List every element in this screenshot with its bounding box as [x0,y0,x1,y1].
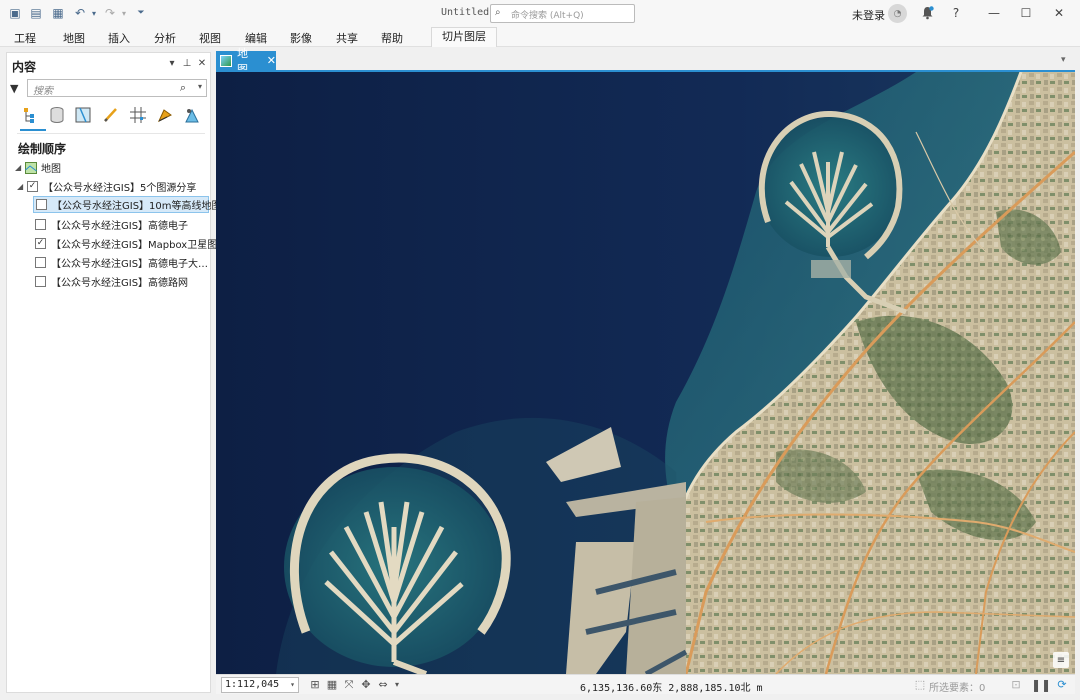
contents-title: 内容 [12,60,37,74]
labeling-view-icon[interactable] [155,105,175,125]
notification-icon[interactable] [916,3,938,23]
document-title: Untitled [441,7,490,18]
refresh-icon[interactable]: ⟳ [1055,677,1069,692]
group-layer-checkbox[interactable]: ✓ [27,181,38,192]
tab-map-view[interactable]: 地图 ✕ [216,47,276,76]
layer-checkbox[interactable] [35,257,46,268]
maximize-icon[interactable]: ☐ [1015,3,1037,23]
layer-label: 【公众号水经注GIS】Mapbox卫星图 [51,240,218,251]
customize-icon[interactable]: ⏷ [133,5,149,21]
pane-options-icon[interactable]: ▾ [166,58,178,69]
layer-label: 【公众号水经注GIS】高德路网 [51,278,189,289]
tabs-dropdown-icon[interactable]: ▾ [1061,55,1066,65]
draw-order-view-icon[interactable] [21,105,41,125]
status-bar: 1:112,045 ▾ ⊞ ▦ ⤧ ✥ ⇔ ▾ 6,135,136.60东 2,… [216,674,1075,694]
group-layer-label: 【公众号水经注GIS】5个图源分享 [43,183,197,194]
editing-view-icon[interactable] [101,105,121,125]
layer-checkbox[interactable] [35,276,46,287]
tab-help[interactable]: 帮助 [381,30,403,46]
snapping-view-icon[interactable] [128,105,148,125]
tab-project[interactable]: 工程 [14,30,36,46]
satellite-imagery [216,72,1075,674]
map-node[interactable]: ◢ 地图 [15,159,61,176]
coordinates-readout: 6,135,136.60东 2,888,185.10北 m [580,683,763,694]
ribbon-tabs: 工程 地图 插入 分析 视图 编辑 影像 共享 帮助 切片图层 [0,27,1080,47]
undo-dropdown-icon[interactable]: ▾ [86,5,102,21]
tab-tile-layer[interactable]: 切片图层 [431,27,497,47]
map-navigator-icon[interactable]: ≡ [1053,652,1069,668]
scale-selector[interactable]: 1:112,045 ▾ [221,677,299,693]
close-icon[interactable]: ✕ [1048,3,1070,23]
avatar[interactable]: ◔ [888,4,907,23]
symbology-view-icon[interactable] [182,105,202,125]
close-icon[interactable]: ✕ [267,54,276,67]
collapse-icon[interactable]: ◢ [17,182,27,191]
full-extent-icon[interactable]: ⤧ [342,677,356,692]
help-icon[interactable]: ? [945,3,967,23]
layer-label: 【公众号水经注GIS】10m等高线地图 [52,201,222,212]
tab-analysis[interactable]: 分析 [154,30,176,46]
open-icon[interactable]: ▤ [28,5,44,21]
active-view-indicator [20,129,46,131]
layer-row-contour[interactable]: 【公众号水经注GIS】10m等高线地图 [33,196,222,213]
layer-row-gaode-electronic[interactable]: 【公众号水经注GIS】高德电子 [35,216,188,233]
user-status[interactable]: 未登录 [852,7,885,23]
pan-icon[interactable]: ✥ [359,677,373,692]
tab-insert[interactable]: 插入 [108,30,130,46]
layer-label: 【公众号水经注GIS】高德电子大… [51,259,209,270]
search-icon: ⌕ [495,7,501,18]
tab-view[interactable]: 视图 [199,30,221,46]
map-view[interactable]: ≡ [216,72,1075,674]
search-icon: ⌕ [179,81,186,94]
layer-search-placeholder: 搜索 [33,86,53,97]
redo-dropdown-icon[interactable]: ▾ [116,5,132,21]
selected-features-count: 所选要素：0 [929,683,986,694]
collapse-icon[interactable]: ◢ [15,163,25,172]
chevron-down-icon[interactable]: ▾ [390,677,404,692]
selection-icon: ⬚ [914,678,926,691]
divider [17,133,205,134]
layer-row-gaode-large[interactable]: 【公众号水经注GIS】高德电子大… [35,254,208,271]
layer-checkbox[interactable] [35,219,46,230]
draw-order-heading: 绘制顺序 [18,142,67,156]
save-icon[interactable]: ▦ [50,5,66,21]
data-source-view-icon[interactable] [47,105,67,125]
chevron-down-icon[interactable]: ▾ [290,678,295,692]
selection-view-icon[interactable] [73,105,93,125]
search-dropdown-icon[interactable]: ▾ [198,82,202,91]
previous-extent-icon[interactable]: ⇔ [376,677,390,692]
project-new-icon[interactable]: ▣ [7,5,23,21]
layer-checkbox[interactable] [36,199,47,210]
fixed-zoom-in-icon[interactable]: ⊞ [308,677,322,692]
layer-search-input[interactable]: 搜索 ⌕ ▾ [27,79,207,97]
layer-row-gaode-roads[interactable]: 【公众号水经注GIS】高德路网 [35,273,188,290]
contents-pane: 内容 ▾ ⊥ ✕ ▼ 搜索 ⌕ ▾ 绘制顺序 ◢ 地图 ◢ ✓ 【公众号水经注G… [6,52,222,693]
clear-selection-icon[interactable]: ⊡ [1009,677,1023,692]
layer-row-mapbox-satellite[interactable]: ✓ 【公众号水经注GIS】Mapbox卫星图 [35,235,217,252]
minimize-icon[interactable]: — [983,3,1005,23]
filter-icon[interactable]: ▼ [10,82,18,95]
map-icon [220,54,232,67]
tab-imagery[interactable]: 影像 [290,30,312,46]
layer-label: 【公众号水经注GIS】高德电子 [51,221,189,232]
map-frame-icon [25,161,37,174]
map-node-label: 地图 [41,164,61,175]
command-search-input[interactable]: ⌕ 命令搜索 (Alt+Q) [490,4,635,23]
group-layer-row[interactable]: ◢ ✓ 【公众号水经注GIS】5个图源分享 [17,178,196,195]
grid-icon[interactable]: ▦ [325,677,339,692]
command-search-placeholder: 命令搜索 (Alt+Q) [511,11,584,21]
pause-drawing-icon[interactable]: ❚❚ [1031,677,1051,692]
pane-close-icon[interactable]: ✕ [196,58,208,69]
tab-map[interactable]: 地图 [63,30,85,46]
tab-share[interactable]: 共享 [336,30,358,46]
layer-checkbox[interactable]: ✓ [35,238,46,249]
title-bar: ▣ ▤ ▦ ↶ ▾ ↷ ▾ ⏷ Untitled ⌕ 命令搜索 (Alt+Q) … [0,0,1080,27]
pin-icon[interactable]: ⊥ [181,58,193,69]
scale-value: 1:112,045 [225,679,280,690]
